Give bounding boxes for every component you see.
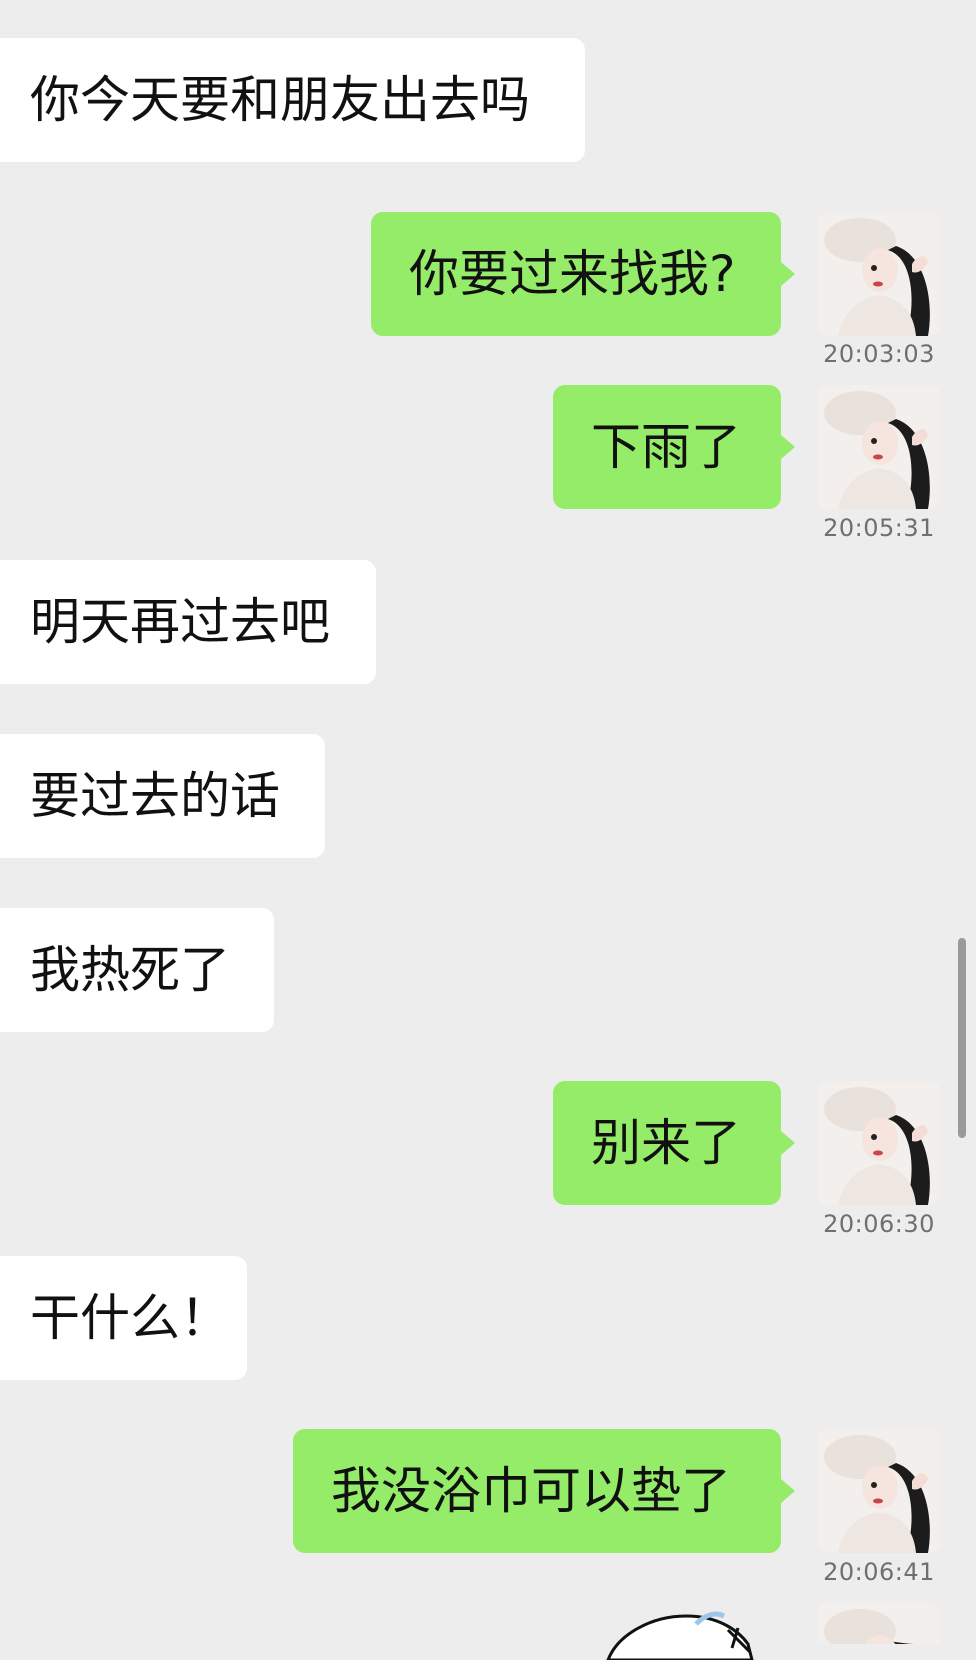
message-timestamp: 20:06:41 <box>823 1558 935 1586</box>
sticker-image[interactable] <box>600 1600 770 1660</box>
incoming-message-bubble[interactable]: 我热死了 <box>0 908 274 1032</box>
scrollbar[interactable] <box>958 938 966 1138</box>
message-timestamp: 20:06:30 <box>823 1210 935 1238</box>
user-avatar-icon <box>818 1429 940 1553</box>
outgoing-message-bubble[interactable]: 别来了 <box>553 1081 795 1205</box>
message-text: 你今天要和朋友出去吗 <box>30 71 530 129</box>
incoming-message-bubble[interactable]: 要过去的话 <box>0 734 325 858</box>
user-avatar[interactable] <box>818 1081 940 1205</box>
user-avatar[interactable] <box>818 212 940 336</box>
message-text: 要过去的话 <box>30 767 280 825</box>
message-text: 我热死了 <box>30 941 230 999</box>
user-avatar-icon <box>818 212 940 336</box>
message-text: 干什么！ <box>30 1289 230 1347</box>
incoming-message-bubble[interactable]: 你今天要和朋友出去吗 <box>0 38 585 162</box>
user-avatar-icon <box>818 385 940 509</box>
message-text: 你要过来找我? <box>409 245 736 303</box>
user-avatar-icon <box>818 1603 940 1644</box>
outgoing-message-bubble[interactable]: 下雨了 <box>553 385 795 509</box>
chat-message-list[interactable]: 你今天要和朋友出去吗 你要过来找我? 20:03:03 下雨了 20:05:31… <box>0 0 976 1660</box>
message-timestamp: 20:05:31 <box>823 514 935 542</box>
message-text: 明天再过去吧 <box>30 593 330 651</box>
user-avatar-icon <box>818 1081 940 1205</box>
outgoing-message-bubble[interactable]: 我没浴巾可以垫了 <box>293 1429 795 1553</box>
message-text: 我没浴巾可以垫了 <box>331 1462 731 1520</box>
message-text: 别来了 <box>591 1114 741 1172</box>
user-avatar[interactable] <box>818 385 940 509</box>
user-avatar[interactable] <box>818 1603 940 1644</box>
incoming-message-bubble[interactable]: 明天再过去吧 <box>0 560 376 684</box>
outgoing-message-bubble[interactable]: 你要过来找我? <box>371 212 795 336</box>
user-avatar[interactable] <box>818 1429 940 1553</box>
message-text: 下雨了 <box>591 418 741 476</box>
incoming-message-bubble[interactable]: 干什么！ <box>0 1256 247 1380</box>
message-timestamp: 20:03:03 <box>823 340 935 368</box>
